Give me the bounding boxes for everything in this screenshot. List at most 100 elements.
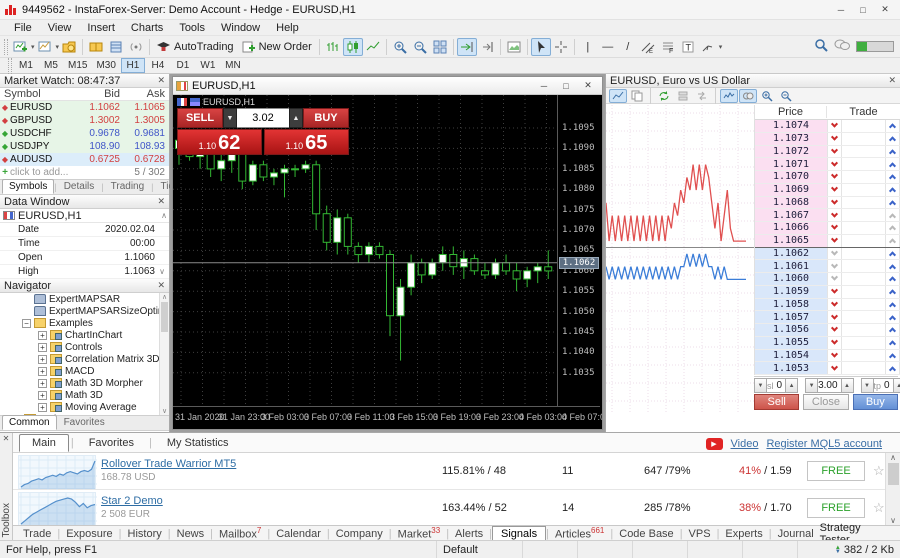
buy-limit-button[interactable] — [885, 120, 900, 132]
tree-expand-icon[interactable]: + — [38, 343, 47, 352]
timeframe-mn[interactable]: MN — [221, 58, 245, 73]
new-chart-button[interactable] — [10, 38, 30, 56]
market-watch-button[interactable] — [86, 38, 106, 56]
chart-shift-button[interactable] — [477, 38, 497, 56]
menu-view[interactable]: View — [40, 21, 80, 35]
video-icon[interactable]: ▶ — [706, 438, 723, 450]
equidistant-channel-tool[interactable]: E — [638, 38, 658, 56]
templates-button[interactable] — [504, 38, 524, 56]
navigator-item[interactable]: +Controls — [0, 341, 169, 353]
chart-window-titlebar[interactable]: EURUSD,H1 ─ □ ✕ — [173, 77, 602, 95]
navigator-item[interactable]: ExpertMAPSAR — [0, 293, 169, 305]
signal-free-button[interactable]: FREE — [807, 461, 865, 481]
timeframe-h4[interactable]: H4 — [146, 58, 170, 73]
buy-limit-button[interactable] — [885, 248, 900, 260]
ask-price-display[interactable]: 1.1065 — [264, 129, 349, 155]
trendline-tool[interactable]: / — [618, 38, 638, 56]
sell-button[interactable]: SELL — [177, 108, 223, 128]
dom-chart-mode-icon[interactable] — [609, 89, 627, 103]
navigator-close-icon[interactable]: ✕ — [157, 280, 165, 291]
toolbox-tab-company[interactable]: Company — [330, 528, 389, 540]
cursor-tool-button[interactable] — [531, 38, 551, 56]
time-axis[interactable]: 31 Jan 202031 Jan 23:003 Feb 03:003 Feb … — [173, 406, 600, 429]
buy-button[interactable]: BUY — [303, 108, 349, 128]
buy-limit-button[interactable] — [885, 171, 900, 183]
toolbox-tab-calendar[interactable]: Calendar — [270, 528, 327, 540]
dom-merge-icon[interactable] — [739, 89, 757, 103]
tp-value[interactable]: 0 — [884, 380, 890, 391]
navigator-item[interactable]: −Scripts — [0, 413, 169, 415]
register-mql5-link[interactable]: Register MQL5 account — [766, 438, 882, 450]
dom-refresh-icon[interactable] — [655, 89, 673, 103]
navigator-item[interactable]: +Correlation Matrix 3D — [0, 353, 169, 365]
buy-limit-button[interactable] — [885, 158, 900, 170]
dom-price-cell[interactable]: 1.1069 — [755, 184, 827, 196]
buy-limit-button[interactable] — [885, 184, 900, 196]
signals-broadcast-icon[interactable] — [126, 38, 146, 56]
volume-decrease-button[interactable]: ▼ — [223, 108, 237, 128]
timeframe-m1[interactable]: M1 — [14, 58, 38, 73]
dom-price-cell[interactable]: 1.1072 — [755, 146, 827, 158]
buy-limit-button[interactable] — [885, 286, 900, 298]
chart-minimize-button[interactable]: ─ — [533, 79, 555, 93]
menu-insert[interactable]: Insert — [79, 21, 123, 35]
market-watch-tab-symbols[interactable]: Symbols — [2, 179, 54, 194]
dom-close-button[interactable]: Close — [803, 394, 848, 410]
tile-windows-button[interactable] — [430, 38, 450, 56]
shapes-dropdown[interactable]: ▾ — [719, 43, 723, 51]
status-profile[interactable]: Default — [437, 541, 523, 558]
chart-close-button[interactable]: ✕ — [577, 79, 599, 93]
toolbox-close-icon[interactable]: ✕ — [0, 433, 12, 443]
dom-sell-button[interactable]: Sell — [754, 394, 799, 410]
tree-expand-icon[interactable]: + — [38, 391, 47, 400]
zoom-out-button[interactable] — [410, 38, 430, 56]
new-chart-dropdown[interactable]: ▾ — [31, 43, 35, 51]
history-data-button[interactable] — [59, 38, 79, 56]
shapes-tool[interactable] — [698, 38, 718, 56]
toolbox-tab-alerts[interactable]: Alerts — [449, 528, 489, 540]
market-watch-add-row[interactable]: + click to add... 5 / 302 — [0, 166, 169, 179]
sell-limit-button[interactable] — [827, 299, 842, 311]
toolbox-tab-mailbox[interactable]: Mailbox7 — [213, 526, 267, 541]
dom-buy-button[interactable]: Buy — [853, 394, 898, 410]
dom-zoom-out-icon[interactable] — [777, 89, 795, 103]
market-watch-close-icon[interactable]: ✕ — [157, 75, 165, 86]
search-icon[interactable] — [814, 38, 828, 55]
toolbox-tab-trade[interactable]: Trade — [17, 528, 57, 540]
sl-increase-button[interactable]: ▲ — [785, 378, 798, 393]
timeframe-w1[interactable]: W1 — [196, 58, 220, 73]
dom-transfer-icon[interactable] — [693, 89, 711, 103]
market-watch-row[interactable]: ◆AUDUSD0.67250.6728 — [0, 153, 169, 166]
dom-zoom-in-icon[interactable] — [758, 89, 776, 103]
sell-limit-button[interactable] — [827, 311, 842, 323]
favorite-star-icon[interactable]: ☆ — [873, 500, 885, 516]
sell-limit-button[interactable] — [827, 197, 842, 209]
navigator-item[interactable]: +Math 3D — [0, 389, 169, 401]
sl-decrease-button[interactable]: ▼ — [754, 378, 767, 393]
market-watch-row[interactable]: ◆USDCHF0.96780.9681 — [0, 127, 169, 140]
chat-icon[interactable] — [834, 39, 850, 55]
toolbox-tab-code-base[interactable]: Code Base — [613, 528, 679, 540]
menu-tools[interactable]: Tools — [171, 21, 213, 35]
sell-limit-button[interactable] — [827, 324, 842, 336]
dom-price-cell[interactable]: 1.1057 — [755, 311, 827, 323]
autotrading-label[interactable]: AutoTrading — [174, 41, 234, 53]
data-window-close-icon[interactable]: ✕ — [157, 196, 165, 207]
buy-limit-button[interactable] — [885, 299, 900, 311]
dom-price-cell[interactable]: 1.1062 — [755, 248, 827, 260]
dom-price-cell[interactable]: 1.1074 — [755, 120, 827, 132]
sell-limit-button[interactable] — [827, 184, 842, 196]
buy-limit-button[interactable] — [885, 337, 900, 349]
toolbox-tab-vps[interactable]: VPS — [683, 528, 717, 540]
market-watch-row[interactable]: ◆USDJPY108.90108.93 — [0, 140, 169, 153]
sell-limit-button[interactable] — [827, 337, 842, 349]
buy-limit-button[interactable] — [885, 133, 900, 145]
timeframe-d1[interactable]: D1 — [171, 58, 195, 73]
signal-free-button[interactable]: FREE — [807, 498, 865, 518]
new-order-icon[interactable] — [238, 38, 258, 56]
dom-price-cell[interactable]: 1.1073 — [755, 133, 827, 145]
dom-price-cell[interactable]: 1.1066 — [755, 222, 827, 234]
dom-volume-increase-button[interactable]: ▲ — [841, 378, 854, 393]
window-minimize-button[interactable]: ─ — [830, 3, 852, 17]
sell-limit-button[interactable] — [827, 171, 842, 183]
